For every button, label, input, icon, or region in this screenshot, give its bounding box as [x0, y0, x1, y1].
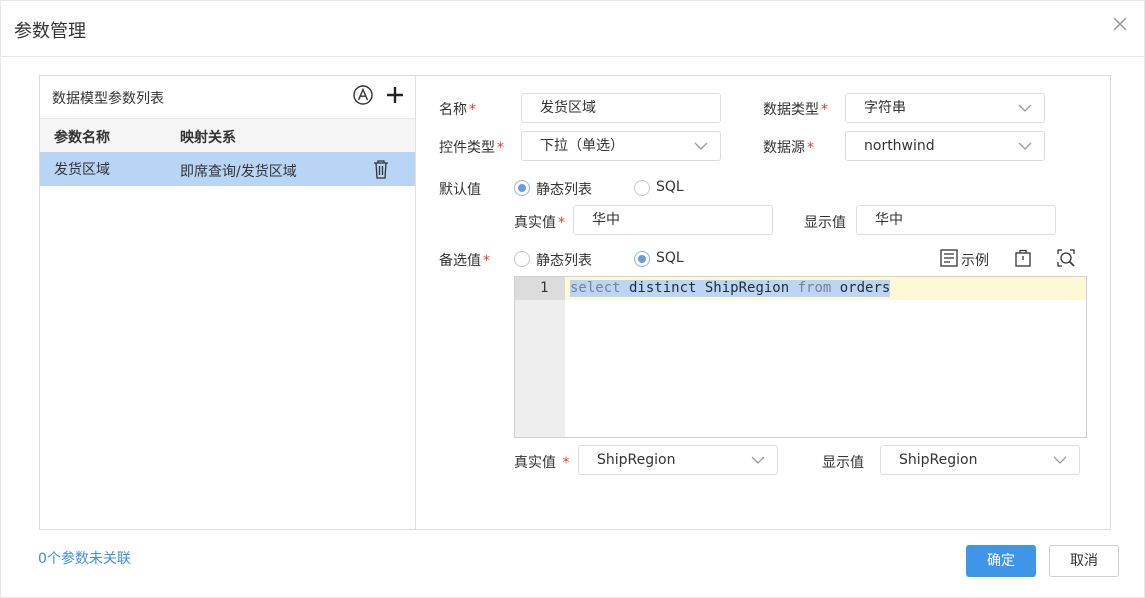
line-number: 1	[540, 280, 549, 296]
chevron-down-icon	[751, 456, 765, 464]
alt-static-label: 静态列表	[536, 253, 592, 269]
clipboard-icon[interactable]	[1013, 248, 1033, 268]
alt-display-value-select[interactable]: ShipRegion	[880, 445, 1080, 475]
real-value-label: 真实值 *	[514, 215, 565, 231]
sql-code-fragment: orders	[831, 280, 891, 296]
table-row[interactable]: 发货区域 即席查询/发货区域	[40, 152, 415, 186]
control-type-select[interactable]: 下拉（单选）	[521, 131, 721, 161]
alt-real-value-label: 真实值 *	[514, 455, 570, 471]
default-sql-radio[interactable]	[634, 180, 650, 196]
alt-sql-label: SQL	[656, 250, 684, 266]
search-preview-icon[interactable]	[1056, 248, 1076, 268]
dialog-header: 参数管理	[1, 1, 1145, 57]
dialog-title: 参数管理	[14, 21, 86, 42]
sql-editor[interactable]: 1 select distinct ShipRegion from orders	[514, 276, 1087, 438]
control-type-selected-value: 下拉（单选）	[540, 138, 624, 154]
alt-real-selected-value: ShipRegion	[597, 452, 676, 468]
plus-icon[interactable]	[384, 84, 406, 106]
confirm-button[interactable]: 确定	[966, 545, 1036, 577]
datasource-label: 数据源 *	[763, 140, 814, 156]
close-icon[interactable]	[1109, 13, 1131, 35]
sql-keyword-from: from	[797, 280, 832, 296]
parameter-mapping-cell: 即席查询/发货区域	[180, 164, 297, 180]
parameter-management-dialog: 参数管理 数据模型参数列表 参数名称 映射关系 发货区域 即席查询/发货区域 名…	[0, 0, 1145, 598]
alt-real-value-select[interactable]: ShipRegion	[578, 445, 778, 475]
column-header-name: 参数名称	[54, 130, 110, 146]
trash-icon[interactable]	[371, 158, 391, 180]
example-button[interactable]: 示例	[961, 250, 989, 270]
sql-keyword-select: select	[570, 280, 621, 296]
unlinked-parameters-link[interactable]: 0个参数未关联	[38, 548, 131, 568]
default-sql-label: SQL	[656, 179, 684, 195]
chevron-down-icon	[1053, 456, 1067, 464]
control-type-label: 控件类型 *	[439, 140, 504, 156]
chevron-down-icon	[1018, 142, 1032, 150]
editor-gutter	[515, 277, 565, 437]
name-label: 名称 *	[439, 102, 476, 118]
sql-code: select distinct ShipRegion from orders	[570, 280, 891, 297]
datatype-select[interactable]: 字符串	[845, 93, 1045, 123]
alt-display-value-label: 显示值	[822, 455, 864, 471]
sql-code-fragment: distinct ShipRegion	[620, 280, 798, 296]
real-value-input[interactable]: 华中	[573, 205, 773, 235]
parameter-table-header: 参数名称 映射关系	[40, 118, 415, 152]
datatype-label: 数据类型 *	[763, 102, 828, 118]
name-input[interactable]: 发货区域	[521, 93, 721, 123]
alt-display-selected-value: ShipRegion	[899, 452, 978, 468]
alt-static-radio[interactable]	[514, 251, 530, 267]
parameter-list-panel: 数据模型参数列表 参数名称 映射关系 发货区域 即席查询/发货区域	[39, 75, 416, 530]
alt-sql-radio[interactable]	[634, 251, 650, 267]
alternative-value-label: 备选值 *	[439, 253, 490, 269]
circle-a-icon[interactable]	[352, 84, 374, 106]
display-value-input[interactable]: 华中	[856, 205, 1056, 235]
default-static-label: 静态列表	[536, 182, 592, 198]
display-value-label: 显示值	[804, 215, 846, 231]
parameter-name-cell: 发货区域	[54, 162, 110, 178]
datasource-select[interactable]: northwind	[845, 131, 1045, 161]
datatype-selected-value: 字符串	[864, 100, 906, 116]
datasource-selected-value: northwind	[864, 138, 935, 154]
document-lines-icon[interactable]	[939, 248, 959, 268]
default-value-label: 默认值	[439, 182, 481, 198]
chevron-down-icon	[1018, 104, 1032, 112]
default-static-radio[interactable]	[514, 180, 530, 196]
column-header-mapping: 映射关系	[180, 130, 236, 146]
parameter-list-title: 数据模型参数列表	[52, 91, 164, 107]
cancel-button[interactable]: 取消	[1049, 545, 1119, 577]
chevron-down-icon	[694, 142, 708, 150]
